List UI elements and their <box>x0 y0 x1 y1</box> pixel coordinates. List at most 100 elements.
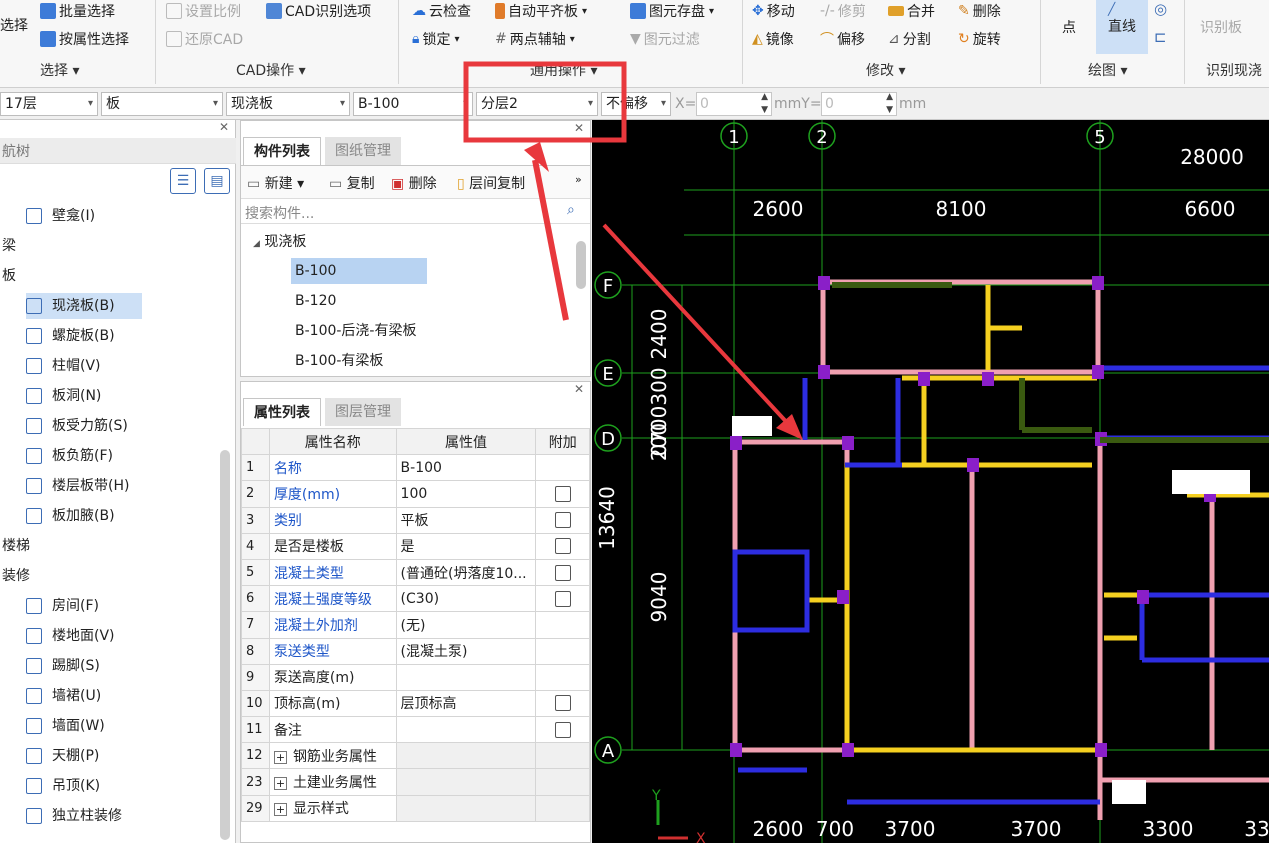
property-value[interactable]: 是 <box>395 532 537 560</box>
property-value[interactable]: (C30) <box>395 585 537 613</box>
table-row[interactable]: 29 + 显示样式 <box>241 794 590 822</box>
table-row[interactable]: 23 + 土建业务属性 <box>241 768 590 796</box>
table-row[interactable]: 1 名称 B-100 <box>241 454 590 482</box>
delete-button[interactable]: ▣ 删除 <box>391 173 437 193</box>
component-item[interactable]: B-100-后浇-有梁板 <box>291 318 420 344</box>
table-row[interactable]: 6 混凝土强度等级 (C30) <box>241 585 590 613</box>
layer-select[interactable]: 分层2 ▾ <box>476 92 598 116</box>
checkbox[interactable] <box>554 695 571 712</box>
restore-cad-button[interactable]: 还原CAD <box>166 28 243 50</box>
property-value[interactable]: (普通砼(坍落度10... <box>395 558 537 587</box>
property-value[interactable]: B-100 <box>395 454 537 482</box>
table-row[interactable]: 4 是否是楼板是 <box>241 532 590 560</box>
checkbox[interactable] <box>554 485 571 502</box>
copy-floor-button[interactable]: ▯ 层间复制 <box>457 173 525 193</box>
nav-item[interactable]: 板加腋(B) <box>26 503 115 529</box>
search-input[interactable]: 搜索构件... <box>245 203 314 223</box>
table-row[interactable]: 12 + 钢筋业务属性 <box>241 742 590 770</box>
nav-item[interactable]: 楼层板带(H) <box>26 473 129 499</box>
circle-icon[interactable]: ◎ <box>1154 0 1167 18</box>
more-icon[interactable]: » <box>575 173 582 186</box>
cad-canvas[interactable]: 1 2 5 F E D A 28000 2600 8100 6600 2400 … <box>592 120 1269 843</box>
component-item[interactable]: B-100 <box>291 258 427 284</box>
split-button[interactable]: ⊿ 分割 <box>888 28 931 50</box>
checkbox[interactable] <box>554 721 571 738</box>
nav-item[interactable]: 柱帽(V) <box>26 353 101 379</box>
delete-element-button[interactable]: ✎ 删除 <box>958 0 1001 22</box>
checkbox[interactable] <box>554 512 571 529</box>
tab-property-list[interactable]: 属性列表 <box>243 398 321 426</box>
element-filter-button[interactable]: ▼ 图元过滤 <box>630 28 700 50</box>
nav-item[interactable]: 吊顶(K) <box>26 773 100 799</box>
cad-group-label[interactable]: CAD操作 ▾ <box>236 60 306 80</box>
property-value[interactable]: (无) <box>395 611 537 639</box>
close-icon[interactable]: ✕ <box>574 121 584 135</box>
rectangle-icon[interactable]: ⊏ <box>1154 28 1167 46</box>
table-row[interactable]: 7 混凝土外加剂 (无) <box>241 611 590 639</box>
detail-view-icon[interactable]: ▤ <box>204 168 230 194</box>
nav-item[interactable]: 板负筋(F) <box>26 443 113 469</box>
property-value[interactable]: 平板 <box>395 506 537 534</box>
component-item[interactable]: B-100-有梁板 <box>291 348 387 374</box>
expand-icon[interactable]: + <box>273 803 287 817</box>
two-point-axis-button[interactable]: # 两点辅轴 ▾ <box>495 28 575 50</box>
mirror-button[interactable]: ◭ 镜像 <box>752 28 794 50</box>
scrollbar[interactable] <box>220 450 230 840</box>
property-value[interactable] <box>395 794 537 822</box>
tab-drawing-management[interactable]: 图纸管理 <box>325 137 401 165</box>
table-row[interactable]: 3 类别 平板 <box>241 506 590 534</box>
nav-item[interactable]: 天棚(P) <box>26 743 99 769</box>
nav-item[interactable]: 壁龛(I) <box>26 203 95 229</box>
nav-item[interactable]: 梁 <box>2 233 16 259</box>
checkbox[interactable] <box>554 564 571 581</box>
cad-recognize-button[interactable]: CAD识别选项 <box>266 0 371 22</box>
rotate-button[interactable]: ↻ 旋转 <box>958 28 1001 50</box>
tab-component-list[interactable]: 构件列表 <box>243 137 321 165</box>
close-icon[interactable]: ✕ <box>219 120 229 134</box>
auto-align-button[interactable]: 自动平齐板 ▾ <box>495 0 587 22</box>
merge-button[interactable]: 合并 <box>888 0 935 22</box>
list-view-icon[interactable]: ☰ <box>170 168 196 194</box>
type-select[interactable]: 现浇板 ▾ <box>226 92 350 116</box>
save-element-button[interactable]: 图元存盘 ▾ <box>630 0 714 22</box>
table-row[interactable]: 11 备注 <box>241 716 590 744</box>
checkbox[interactable] <box>554 590 571 607</box>
close-icon[interactable]: ✕ <box>574 382 584 396</box>
property-value[interactable] <box>395 716 537 744</box>
new-button[interactable]: ▭ 新建 ▾ <box>247 173 304 193</box>
batch-select-button[interactable]: 批量选择 <box>40 0 115 22</box>
lock-button[interactable]: 🔒︎ 锁定 ▾ <box>412 28 459 50</box>
common-group-label[interactable]: 通用操作 ▾ <box>530 60 597 80</box>
cloud-check-button[interactable]: ☁ 云检查 <box>412 0 471 22</box>
select-button[interactable]: 选择 <box>0 14 28 36</box>
scrollbar[interactable] <box>576 241 586 289</box>
property-value[interactable]: (混凝土泵) <box>395 637 537 665</box>
tree-root[interactable]: ◢ 现浇板 <box>253 231 306 251</box>
select-group-label[interactable]: 选择 ▾ <box>40 60 79 80</box>
y-offset-input[interactable]: 0 ▲ ▼ <box>821 92 897 116</box>
checkbox[interactable] <box>554 538 571 555</box>
tab-layer-management[interactable]: 图层管理 <box>325 398 401 426</box>
nav-item[interactable]: 现浇板(B) <box>26 293 142 319</box>
table-row[interactable]: 2 厚度(mm) 100 <box>241 480 590 508</box>
expand-icon[interactable]: + <box>273 750 287 764</box>
component-select[interactable]: B-100 ▾ <box>353 92 473 116</box>
nav-item[interactable]: 楼地面(V) <box>26 623 115 649</box>
table-row[interactable]: 8 泵送类型 (混凝土泵) <box>241 637 590 665</box>
nav-item[interactable]: 墙面(W) <box>26 713 105 739</box>
category-select[interactable]: 板 ▾ <box>101 92 223 116</box>
nav-item[interactable]: 板洞(N) <box>26 383 101 409</box>
property-value[interactable] <box>395 742 537 770</box>
nav-item[interactable]: 装修 <box>2 563 30 589</box>
nav-item[interactable]: 板受力筋(S) <box>26 413 128 439</box>
cad-drawing[interactable]: 1 2 5 F E D A 28000 2600 8100 6600 2400 … <box>592 120 1269 843</box>
set-scale-button[interactable]: 设置比例 <box>166 0 241 22</box>
nav-item[interactable]: 螺旋板(B) <box>26 323 115 349</box>
spinner-icon[interactable]: ▲ ▼ <box>761 91 768 117</box>
offset-mode-select[interactable]: 不偏移 ▾ <box>601 92 671 116</box>
draw-point-button[interactable]: 点 <box>1062 16 1076 38</box>
copy-button[interactable]: ▭ 复制 <box>329 173 375 193</box>
prop-select-button[interactable]: 按属性选择 <box>40 28 129 50</box>
expand-icon[interactable]: + <box>273 777 287 791</box>
spinner-icon[interactable]: ▲ ▼ <box>886 91 893 117</box>
